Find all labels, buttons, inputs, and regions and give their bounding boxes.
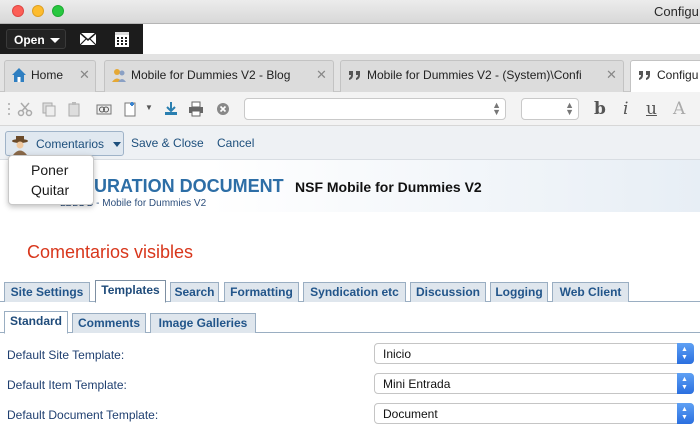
cancel-button[interactable]: Cancel bbox=[217, 136, 254, 150]
stop-icon[interactable] bbox=[215, 101, 231, 117]
updown-arrows-icon: ▲ ▼ bbox=[492, 100, 501, 117]
calendar-icon[interactable] bbox=[112, 29, 132, 49]
tab-system-config[interactable]: Mobile for Dummies V2 - (System)\Confi ✕ bbox=[340, 60, 624, 92]
tab-image-galleries[interactable]: Image Galleries bbox=[150, 313, 256, 333]
chevron-down-icon[interactable]: ▼ bbox=[145, 103, 153, 112]
tab-search[interactable]: Search bbox=[170, 282, 219, 302]
italic-icon[interactable]: i bbox=[623, 99, 628, 119]
window-minimize-button[interactable] bbox=[32, 5, 44, 17]
cut-icon[interactable] bbox=[17, 101, 33, 117]
bold-icon[interactable]: b bbox=[594, 99, 606, 119]
updown-arrows-icon: ▲ ▼ bbox=[677, 403, 694, 424]
tab-configuration[interactable]: Configu bbox=[630, 60, 700, 92]
tab-discussion[interactable]: Discussion bbox=[410, 282, 486, 302]
tab-web-client[interactable]: Web Client bbox=[552, 282, 629, 302]
paste-icon[interactable] bbox=[66, 101, 82, 117]
updown-arrows-icon: ▲ ▼ bbox=[677, 343, 694, 364]
default-document-template-select[interactable]: Document ▲ ▼ bbox=[374, 403, 694, 424]
tab-site-settings[interactable]: Site Settings bbox=[4, 282, 90, 302]
people-icon bbox=[112, 69, 126, 82]
window-maximize-button[interactable] bbox=[52, 5, 64, 17]
tab-home[interactable]: Home ✕ bbox=[4, 60, 96, 92]
tab-label: Configu bbox=[657, 68, 699, 82]
tab-formatting[interactable]: Formatting bbox=[224, 282, 299, 302]
database-title: NSF Mobile for Dummies V2 bbox=[295, 179, 482, 195]
document-title: URATION DOCUMENT bbox=[94, 176, 284, 196]
open-menu-button[interactable]: Open bbox=[6, 29, 66, 49]
link-icon[interactable] bbox=[96, 101, 112, 117]
font-size-select[interactable]: ▲ ▼ bbox=[521, 98, 579, 120]
window-title: Configu bbox=[654, 4, 699, 19]
mail-icon[interactable] bbox=[78, 29, 98, 49]
select-value: Document bbox=[383, 407, 438, 421]
window-close-button[interactable] bbox=[12, 5, 24, 17]
font-family-select[interactable]: ▲ ▼ bbox=[244, 98, 506, 120]
copy-icon[interactable] bbox=[41, 101, 57, 117]
section-title: Comentarios visibles bbox=[27, 242, 194, 262]
comentarios-dropdown-menu: Poner Quitar bbox=[8, 155, 94, 205]
formatting-toolbar: ▼ ▲ ▼ ▲ ▼ b i u A bbox=[0, 92, 700, 126]
action-bar: Comentarios Save & Close Cancel bbox=[0, 126, 700, 160]
comentarios-button[interactable]: Comentarios bbox=[5, 131, 124, 156]
top-toolbar-panel: Open bbox=[0, 24, 143, 54]
app-tab-bar: Home ✕ Mobile for Dummies V2 - Blog ✕ Mo… bbox=[0, 54, 700, 92]
main-tab-bar: Site Settings Templates Search Formattin… bbox=[0, 280, 700, 303]
chevron-down-icon bbox=[50, 38, 60, 43]
menu-item-poner[interactable]: Poner bbox=[31, 162, 68, 178]
open-label: Open bbox=[14, 33, 45, 47]
tab-syndication[interactable]: Syndication etc bbox=[303, 282, 406, 302]
new-document-icon[interactable] bbox=[122, 101, 138, 117]
close-icon[interactable]: ✕ bbox=[79, 61, 90, 89]
default-item-template-select[interactable]: Mini Entrada ▲ ▼ bbox=[374, 373, 694, 394]
select-value: Inicio bbox=[383, 347, 412, 361]
close-icon[interactable]: ✕ bbox=[606, 61, 617, 89]
default-site-template-label: Default Site Template: bbox=[7, 348, 125, 362]
tab-templates[interactable]: Templates bbox=[95, 280, 166, 303]
quote-icon bbox=[349, 71, 360, 80]
avatar bbox=[12, 136, 28, 155]
menu-item-quitar[interactable]: Quitar bbox=[31, 182, 69, 198]
close-icon[interactable]: ✕ bbox=[316, 61, 327, 89]
window-titlebar: Configu bbox=[0, 0, 700, 24]
sub-tab-bar: Standard Comments Image Galleries bbox=[0, 311, 700, 334]
tab-blog[interactable]: Mobile for Dummies V2 - Blog ✕ bbox=[104, 60, 334, 92]
updown-arrows-icon: ▲ ▼ bbox=[565, 100, 574, 117]
tab-label: Mobile for Dummies V2 - Blog bbox=[131, 68, 291, 82]
tab-logging[interactable]: Logging bbox=[490, 282, 548, 302]
tab-comments[interactable]: Comments bbox=[72, 313, 146, 333]
chevron-down-icon bbox=[113, 142, 121, 147]
home-icon bbox=[12, 68, 26, 82]
top-toolbar: Open bbox=[0, 24, 700, 54]
comentarios-label: Comentarios bbox=[36, 137, 105, 151]
quote-icon bbox=[639, 71, 650, 80]
default-site-template-select[interactable]: Inicio ▲ ▼ bbox=[374, 343, 694, 364]
tab-label: Mobile for Dummies V2 - (System)\Confi bbox=[367, 68, 582, 82]
download-icon[interactable] bbox=[163, 101, 179, 117]
print-icon[interactable] bbox=[188, 101, 204, 117]
default-item-template-label: Default Item Template: bbox=[7, 378, 127, 392]
save-close-button[interactable]: Save & Close bbox=[131, 136, 204, 150]
default-document-template-label: Default Document Template: bbox=[7, 408, 159, 422]
font-color-icon[interactable]: A bbox=[673, 99, 685, 119]
underline-icon[interactable]: u bbox=[646, 99, 657, 119]
tab-label: Home bbox=[31, 68, 64, 82]
tab-standard[interactable]: Standard bbox=[4, 311, 68, 334]
updown-arrows-icon: ▲ ▼ bbox=[677, 373, 694, 394]
select-value: Mini Entrada bbox=[383, 377, 451, 391]
